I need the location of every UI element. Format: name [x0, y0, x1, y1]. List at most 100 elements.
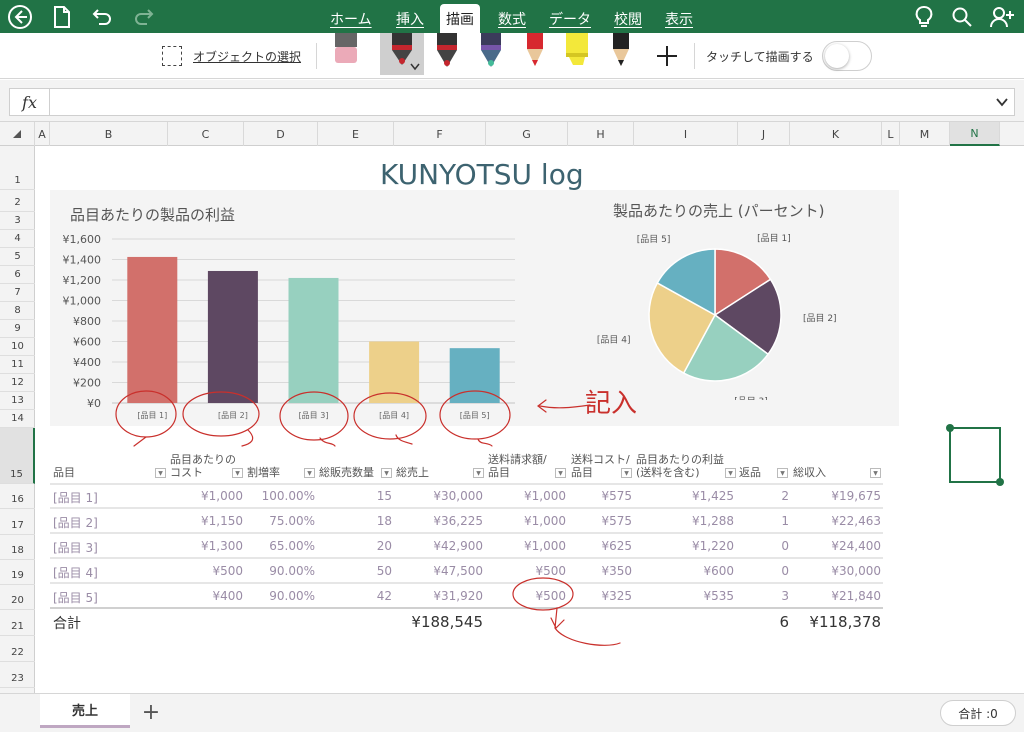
- tab-insert[interactable]: 挿入: [396, 9, 424, 29]
- select-objects-button[interactable]: オブジェクトの選択: [193, 48, 301, 65]
- pencil-red-icon[interactable]: [521, 33, 549, 69]
- cell-sales[interactable]: ¥42,900: [392, 539, 483, 553]
- tab-data[interactable]: データ: [549, 9, 591, 29]
- bar[interactable]: [369, 341, 420, 404]
- cell-sales[interactable]: ¥31,920: [392, 589, 483, 603]
- row-header[interactable]: 9: [0, 320, 35, 338]
- row-header[interactable]: 22: [0, 636, 35, 662]
- row-header[interactable]: 1: [0, 146, 35, 190]
- row-header[interactable]: 5: [0, 248, 35, 266]
- cell-sales[interactable]: ¥36,225: [392, 514, 483, 528]
- cell-revenue[interactable]: ¥21,840: [789, 589, 881, 603]
- row-header[interactable]: 23: [0, 662, 35, 688]
- cell-markup[interactable]: 100.00%: [244, 489, 315, 503]
- cell-profit[interactable]: ¥1,288: [632, 514, 734, 528]
- chevron-down-icon[interactable]: [996, 97, 1008, 107]
- bar[interactable]: [127, 256, 178, 403]
- cell-unit-cost[interactable]: ¥1,150: [168, 514, 243, 528]
- filter-dropdown[interactable]: ▼: [870, 468, 881, 478]
- cell-returns[interactable]: 0: [734, 539, 789, 553]
- row-header[interactable]: 7: [0, 284, 35, 302]
- formula-input[interactable]: [49, 88, 1015, 116]
- cell-sales[interactable]: ¥47,500: [392, 564, 483, 578]
- bar[interactable]: [449, 348, 500, 403]
- filter-dropdown[interactable]: ▼: [725, 468, 736, 478]
- pie-chart[interactable]: [品目 1] [品目 2] [品目 3] [品目 4] [品目 5]: [590, 220, 880, 400]
- cell-item[interactable]: [品目 1]: [53, 489, 98, 506]
- add-pen-icon[interactable]: [655, 44, 679, 68]
- column-header[interactable]: D: [244, 122, 318, 146]
- cell-markup[interactable]: 65.00%: [244, 539, 315, 553]
- row-header[interactable]: 20: [0, 585, 35, 610]
- row-header[interactable]: 2: [0, 190, 35, 212]
- total-returns[interactable]: 6: [734, 613, 789, 631]
- cell-ship-charge[interactable]: ¥500: [484, 564, 566, 578]
- row-header[interactable]: 17: [0, 509, 35, 535]
- cell-sales[interactable]: ¥30,000: [392, 489, 483, 503]
- pen-galaxy-icon[interactable]: [477, 33, 505, 69]
- row-header[interactable]: 18: [0, 535, 35, 560]
- cell-revenue[interactable]: ¥19,675: [789, 489, 881, 503]
- cell-ship-cost[interactable]: ¥325: [566, 589, 632, 603]
- filter-dropdown[interactable]: ▼: [155, 468, 166, 478]
- column-header[interactable]: H: [568, 122, 634, 146]
- fx-icon[interactable]: fx: [9, 88, 49, 116]
- pen-red-selected[interactable]: [380, 33, 424, 75]
- cell-profit[interactable]: ¥1,425: [632, 489, 734, 503]
- cell-ship-charge[interactable]: ¥1,000: [484, 489, 566, 503]
- back-icon[interactable]: [6, 3, 34, 31]
- column-header[interactable]: I: [634, 122, 738, 146]
- cell-item[interactable]: [品目 5]: [53, 589, 98, 606]
- tab-review[interactable]: 校閲: [614, 9, 642, 29]
- column-header[interactable]: E: [318, 122, 394, 146]
- column-header[interactable]: A: [35, 122, 50, 146]
- cell-ship-cost[interactable]: ¥625: [566, 539, 632, 553]
- cell-unit-cost[interactable]: ¥400: [168, 589, 243, 603]
- lightbulb-icon[interactable]: [910, 3, 938, 31]
- cell-unit-cost[interactable]: ¥1,300: [168, 539, 243, 553]
- column-header[interactable]: J: [738, 122, 790, 146]
- search-icon[interactable]: [948, 3, 976, 31]
- column-header[interactable]: L: [882, 122, 900, 146]
- cell-units[interactable]: 50: [315, 564, 392, 578]
- row-header[interactable]: 12: [0, 374, 35, 392]
- filter-dropdown[interactable]: ▼: [555, 468, 566, 478]
- cell-units[interactable]: 20: [315, 539, 392, 553]
- add-sheet-button[interactable]: +: [136, 698, 166, 726]
- column-header[interactable]: C: [168, 122, 244, 146]
- filter-dropdown[interactable]: ▼: [304, 468, 315, 478]
- column-header[interactable]: K: [790, 122, 882, 146]
- filter-dropdown[interactable]: ▼: [777, 468, 788, 478]
- bar-chart[interactable]: ¥0 ¥200 ¥400 ¥600 ¥800 ¥1,000 ¥1,200 ¥1,400 ¥1,6…: [50, 190, 520, 426]
- cell-markup[interactable]: 90.00%: [244, 564, 315, 578]
- cell-units[interactable]: 42: [315, 589, 392, 603]
- cell-ship-cost[interactable]: ¥350: [566, 564, 632, 578]
- row-header[interactable]: 19: [0, 560, 35, 585]
- cell-returns[interactable]: 0: [734, 564, 789, 578]
- cell-unit-cost[interactable]: ¥500: [168, 564, 243, 578]
- cell-revenue[interactable]: ¥22,463: [789, 514, 881, 528]
- cell-markup[interactable]: 75.00%: [244, 514, 315, 528]
- cell-revenue[interactable]: ¥24,400: [789, 539, 881, 553]
- bar[interactable]: [288, 277, 339, 403]
- column-header[interactable]: G: [486, 122, 568, 146]
- column-header[interactable]: B: [50, 122, 168, 146]
- filter-dropdown[interactable]: ▼: [621, 468, 632, 478]
- cell-ship-cost[interactable]: ¥575: [566, 489, 632, 503]
- cell-profit[interactable]: ¥600: [632, 564, 734, 578]
- cell-ship-charge[interactable]: ¥1,000: [484, 514, 566, 528]
- cell-ship-charge[interactable]: ¥500: [484, 589, 566, 603]
- worksheet-grid[interactable]: KUNYOTSU log 品目あたりの製品の利益 製品あたりの売上 (パーセント…: [35, 146, 1024, 693]
- highlighter-yellow-icon[interactable]: [563, 33, 591, 69]
- row-header[interactable]: 10: [0, 338, 35, 356]
- column-header[interactable]: M: [900, 122, 950, 146]
- redo-icon[interactable]: [130, 3, 158, 31]
- row-header[interactable]: 11: [0, 356, 35, 374]
- cell-item[interactable]: [品目 4]: [53, 564, 98, 581]
- pen-red-2-icon[interactable]: [433, 33, 461, 69]
- share-person-icon[interactable]: [988, 3, 1016, 31]
- cell-item[interactable]: [品目 3]: [53, 539, 98, 556]
- cell-revenue[interactable]: ¥30,000: [789, 564, 881, 578]
- cell-returns[interactable]: 2: [734, 489, 789, 503]
- total-sales[interactable]: ¥188,545: [392, 613, 483, 631]
